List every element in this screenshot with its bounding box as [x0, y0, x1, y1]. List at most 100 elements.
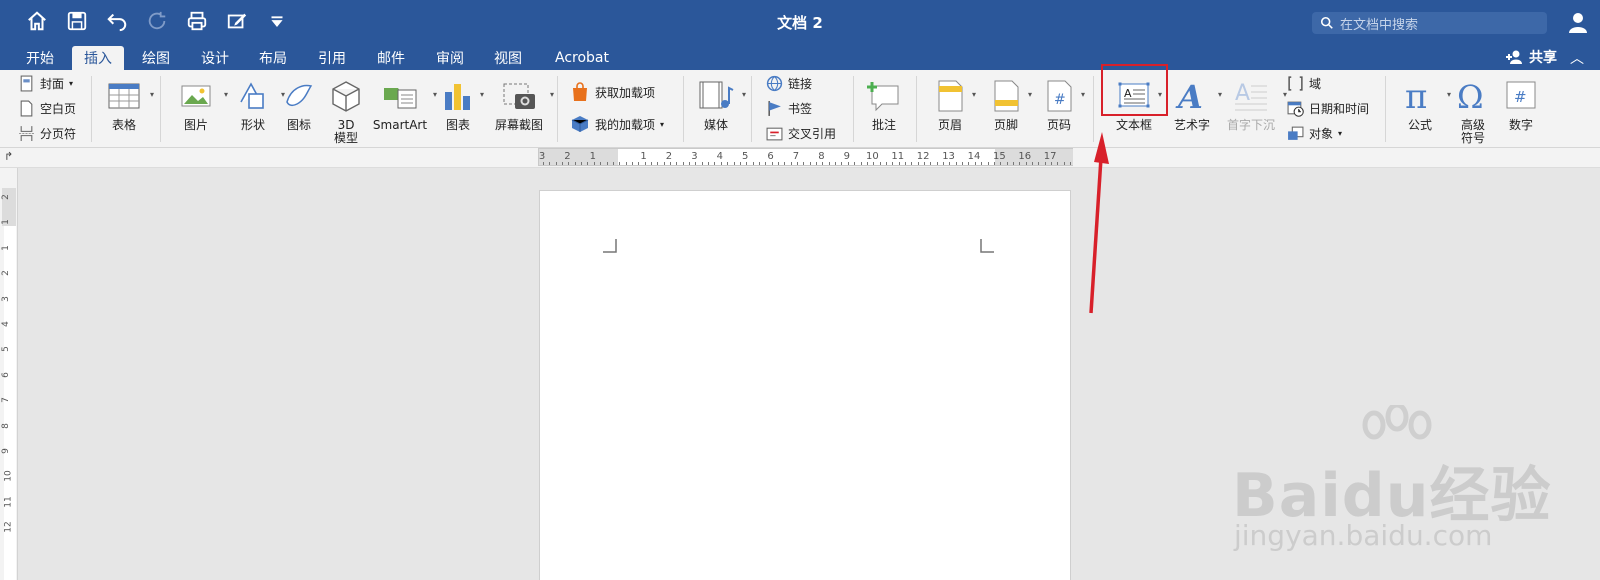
picture-button[interactable]: 图片 ▾: [174, 70, 228, 132]
ruler-number: 11: [891, 151, 905, 162]
ruler-tick: [879, 162, 881, 165]
ruler-tick: [968, 162, 970, 165]
calendar-clock-icon: [1287, 101, 1304, 117]
field-button[interactable]: 域: [1287, 73, 1321, 93]
ruler-number: 7: [792, 151, 800, 162]
vruler-number: 9: [0, 448, 11, 454]
chart-button[interactable]: 图表 ▾: [442, 70, 484, 132]
ruler-tick: [955, 162, 957, 165]
ruler-tick: [981, 162, 983, 165]
header-button[interactable]: 页眉 ▾: [934, 70, 976, 132]
ruler-tick: [549, 162, 551, 165]
share-button[interactable]: 共享: [1505, 47, 1557, 67]
ruler-tick: [803, 162, 805, 165]
comment-button[interactable]: 批注: [866, 70, 902, 132]
vruler-number: 5: [0, 346, 11, 353]
tab-review[interactable]: 审阅: [424, 46, 476, 70]
add-person-icon: [1506, 50, 1522, 64]
page-break-button[interactable]: 分页符: [18, 123, 76, 143]
ruler-tick: [1057, 162, 1059, 165]
cover-page-icon: [20, 75, 33, 91]
ruler-tick: [619, 162, 621, 165]
ruler-tick: [860, 162, 862, 165]
page-number-icon: #: [1047, 80, 1072, 112]
shape-button[interactable]: 形状 ▾: [231, 70, 285, 132]
ruler-tick: [689, 162, 691, 165]
link-icon: [766, 75, 783, 91]
number-button[interactable]: # 数字: [1503, 70, 1539, 132]
ruler-tick: [847, 162, 849, 165]
search-box[interactable]: 在文档中搜索: [1312, 12, 1547, 34]
ruler-number: 6: [767, 151, 774, 162]
bookmark-button[interactable]: 书签: [766, 98, 812, 118]
tab-insert[interactable]: 插入: [72, 46, 124, 70]
header-page-icon: [938, 80, 963, 112]
search-placeholder: 在文档中搜索: [1340, 17, 1419, 33]
document-page[interactable]: [539, 190, 1071, 580]
my-addins-button[interactable]: 我的加载项 ▾: [570, 114, 664, 134]
equation-button[interactable]: π 公式 ▾: [1399, 70, 1451, 132]
margin-corner-mark: [980, 239, 994, 253]
collapse-ribbon-icon[interactable]: ︿: [1570, 48, 1584, 68]
tab-draw[interactable]: 绘图: [130, 46, 182, 70]
ruler-tick: [708, 162, 710, 165]
screenshot-icon: [503, 83, 535, 109]
ruler-tick: [866, 162, 868, 165]
drop-cap-icon: A: [1235, 81, 1267, 111]
ruler-number: 14: [967, 151, 981, 162]
link-button[interactable]: 链接: [766, 73, 812, 93]
get-addins-button[interactable]: 获取加载项: [570, 82, 655, 102]
ruler-tick: [1031, 162, 1033, 165]
ruler-tick: [936, 162, 938, 165]
ruler-tick: [676, 162, 678, 165]
drop-cap-button[interactable]: A 首字下沉 ▾: [1225, 70, 1287, 132]
ruler-number: 12: [916, 151, 930, 162]
ruler-tick: [898, 162, 900, 165]
ruler-tick: [581, 162, 583, 165]
text-box-highlight: [1101, 64, 1168, 116]
media-button[interactable]: 媒体 ▾: [696, 70, 746, 132]
table-button[interactable]: 表格 ▾: [104, 70, 154, 132]
cover-page-button[interactable]: 封面 ▾: [18, 73, 73, 93]
ruler-number: 13: [942, 151, 955, 162]
bird-icon: [286, 84, 313, 107]
tab-view[interactable]: 视图: [482, 46, 534, 70]
blank-page-button[interactable]: 空白页: [18, 98, 76, 118]
screenshot-button[interactable]: 屏幕截图 ▾: [494, 70, 554, 132]
3d-model-button[interactable]: 3D 模型: [331, 70, 361, 145]
vruler-number: 12: [3, 521, 14, 533]
object-button[interactable]: 对象 ▾: [1287, 123, 1342, 143]
table-icon: [108, 83, 140, 109]
tab-acrobat[interactable]: Acrobat: [543, 46, 621, 70]
tab-layout[interactable]: 布局: [247, 46, 299, 70]
page-number-button[interactable]: # 页码 ▾: [1043, 70, 1085, 132]
svg-text:#: #: [1054, 92, 1066, 108]
horizontal-ruler[interactable]: 3 2 1 1 2 3 4 5 6 7 8 9 10 11 12 13 14 15 16 17: [538, 148, 1073, 166]
ruler-tick: [631, 162, 633, 165]
ruler-tick: [638, 162, 640, 165]
date-time-button[interactable]: 日期和时间: [1287, 98, 1369, 118]
pi-icon: π: [1405, 78, 1427, 114]
ruler-tick: [771, 162, 773, 165]
footer-button[interactable]: 页脚 ▾: [990, 70, 1032, 132]
svg-text:π: π: [1405, 78, 1427, 114]
ruler-number: 1: [640, 151, 647, 162]
tab-mailings[interactable]: 邮件: [365, 46, 417, 70]
ruler-tick: [746, 162, 748, 165]
icons-button[interactable]: 图标: [284, 70, 314, 132]
smartart-button[interactable]: SmartArt ▾: [373, 70, 437, 132]
tab-references[interactable]: 引用: [306, 46, 358, 70]
wordart-button[interactable]: A 艺术字 ▾: [1172, 70, 1222, 132]
advanced-symbol-button[interactable]: Ω 高级 符号: [1455, 70, 1491, 145]
account-icon[interactable]: [1566, 10, 1590, 34]
search-icon: [1320, 16, 1333, 29]
tab-selector-icon[interactable]: ↱: [4, 150, 13, 163]
vruler-number: 1: [0, 244, 11, 251]
ruler-tick: [670, 162, 671, 165]
vertical-ruler[interactable]: 2 1 1 2 3 4 5 6 7 8 9 10 11 12: [0, 168, 18, 580]
cross-reference-button[interactable]: 交叉引用: [766, 123, 836, 143]
tab-design[interactable]: 设计: [189, 46, 241, 70]
vruler-number: 10: [3, 470, 14, 483]
ruler-number: 4: [716, 151, 723, 162]
tab-home[interactable]: 开始: [14, 46, 66, 70]
